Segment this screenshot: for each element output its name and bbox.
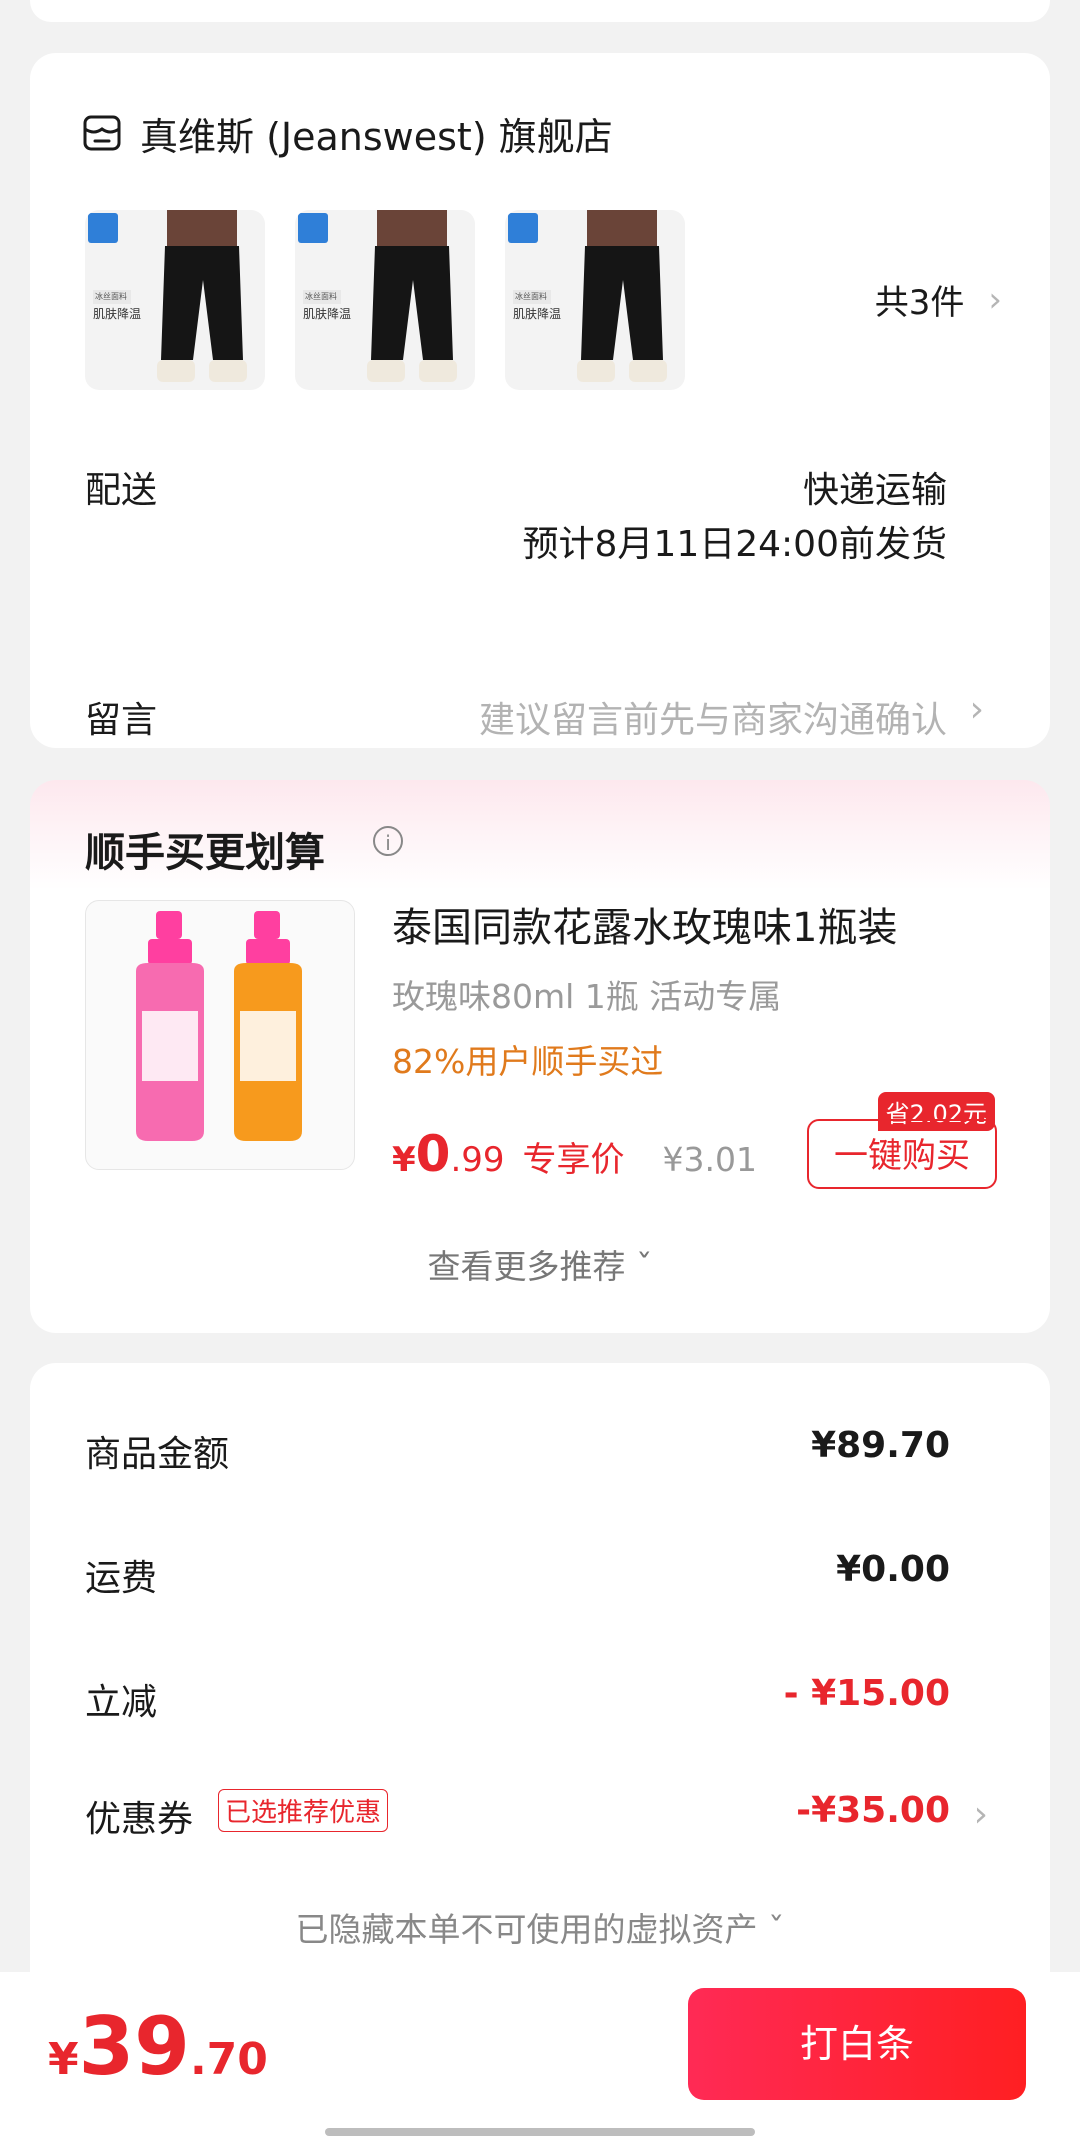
chevron-right-icon[interactable]: › [974, 1794, 988, 1835]
store-header[interactable]: 真维斯 (Jeanswest) 旗舰店 [82, 103, 613, 163]
discount-label: 立减 [85, 1682, 158, 1723]
checkout-bar: ¥ 39 .70 打白条 [0, 1972, 1080, 2138]
discount-value: - ¥15.00 [783, 1673, 950, 1714]
shipping-eta: 预计8月11日24:00前发货 [522, 524, 947, 565]
store-card: 真维斯 (Jeanswest) 旗舰店 冰丝面料 肌肤降温 冰丝面料 肌肤降温 [30, 53, 1050, 748]
addon-product-name[interactable]: 泰国同款花露水玫瑰味1瓶装 [392, 895, 897, 953]
coupon-badge: 已选推荐优惠 [218, 1789, 389, 1832]
one-click-buy-button[interactable]: 一键购买 [807, 1119, 997, 1189]
addon-title: 顺手买更划算 [85, 830, 325, 876]
note-input[interactable]: 建议留言前先与商家沟通确认 [479, 691, 947, 743]
item-count: 共3件 [874, 283, 965, 323]
shipping-method: 快递运输 [802, 470, 947, 511]
pants-model-image [157, 210, 247, 382]
hidden-assets-toggle[interactable]: 已隐藏本单不可使用的虚拟资产 ˇ [30, 1903, 1050, 1951]
coupon-value[interactable]: -¥35.00 [796, 1790, 950, 1831]
store-name: 真维斯 (Jeanswest) 旗舰店 [140, 114, 613, 159]
previous-card [30, 0, 1050, 22]
product-thumbnail[interactable]: 冰丝面料 肌肤降温 [295, 210, 475, 390]
original-price: ¥3.01 [662, 1140, 758, 1179]
store-icon [83, 115, 121, 151]
product-thumbnail[interactable]: 冰丝面料 肌肤降温 [505, 210, 685, 390]
shipping-label: 配送 [85, 470, 158, 511]
freight-value: ¥0.00 [836, 1549, 950, 1590]
spray-bottles-image [136, 911, 302, 1141]
brand-logo [88, 213, 118, 243]
addon-card: 顺手买更划算 i 泰国同款花露水玫瑰味1瓶装 玫瑰味80ml 1瓶 活动专属 8… [30, 780, 1050, 1333]
pants-model-image [367, 210, 457, 382]
pay-button[interactable]: 打白条 [688, 1988, 1026, 2100]
price-tag: 专享价 [522, 1140, 625, 1180]
addon-users-stat: 82%用户顺手买过 [392, 1042, 664, 1081]
item-count-link[interactable]: 共3件 › [875, 275, 1002, 324]
note-label: 留言 [85, 700, 158, 741]
chevron-right-icon: › [969, 689, 984, 730]
info-icon[interactable]: i [373, 826, 403, 856]
chevron-right-icon: › [988, 279, 1002, 320]
product-thumbnail[interactable]: 冰丝面料 肌肤降温 [85, 210, 265, 390]
total-price: ¥ 39 .70 [48, 2000, 268, 2093]
order-summary-card: 商品金额 ¥89.70 运费 ¥0.00 立减 - ¥15.00 优惠券 已选推… [30, 1363, 1050, 2003]
pants-model-image [577, 210, 667, 382]
home-indicator[interactable] [325, 2128, 755, 2136]
brand-logo [298, 213, 328, 243]
coupon-label: 优惠券 [85, 1799, 194, 1840]
goods-amount-value: ¥89.70 [811, 1425, 950, 1466]
addon-product-image[interactable] [85, 900, 355, 1170]
more-recommendations-link[interactable]: 查看更多推荐 ˇ [30, 1240, 1050, 1288]
freight-label: 运费 [85, 1558, 158, 1599]
addon-product-spec: 玫瑰味80ml 1瓶 活动专属 [392, 977, 782, 1016]
brand-logo [508, 213, 538, 243]
addon-price: ¥ 0 .99 专享价 ¥3.01 [392, 1125, 758, 1183]
goods-amount-label: 商品金额 [85, 1434, 230, 1475]
